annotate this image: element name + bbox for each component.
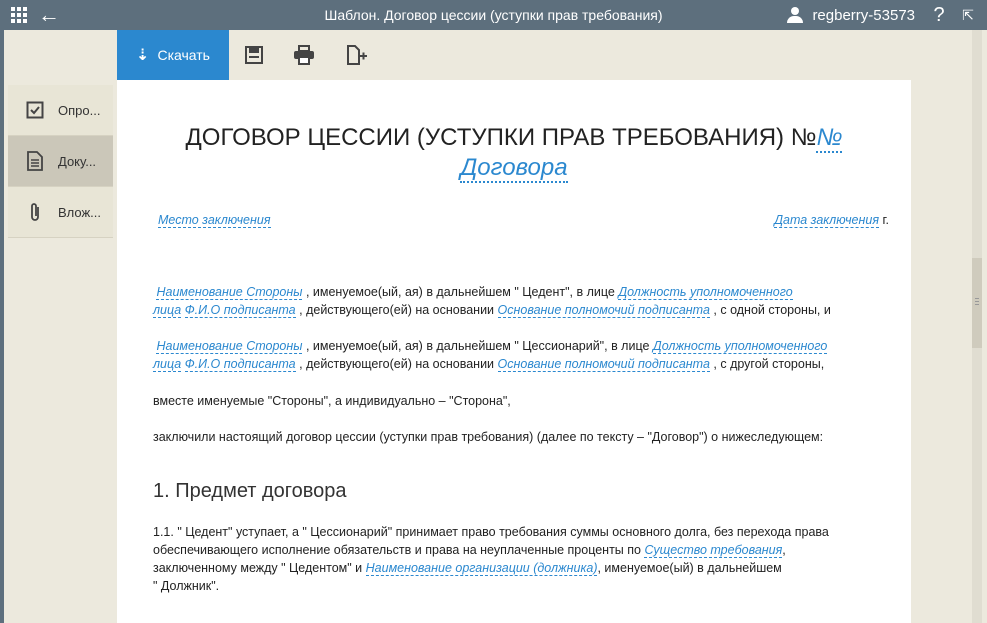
place-field[interactable]: Место заключения [158, 213, 271, 228]
username: regberry-53573 [812, 6, 915, 24]
left-edge-strip [0, 30, 4, 623]
paperclip-icon [22, 202, 48, 222]
vertical-scrollbar[interactable] [972, 30, 982, 623]
date-line: Дата заключения г. [774, 213, 889, 228]
clause-1-1-line4: " Должник". [153, 579, 220, 593]
party2-fio-field[interactable]: Ф.И.О подписанта [184, 357, 296, 372]
document-icon [22, 151, 48, 171]
checkbox-icon [22, 101, 48, 119]
clause-1-1-line1: 1.1. " Цедент" уступает, а " Цессионарий… [153, 525, 829, 539]
side-item-questionnaire[interactable]: Опро... [8, 85, 113, 136]
party2-position-field-cont[interactable]: лица [153, 357, 182, 372]
party2-basis-field[interactable]: Основание полномочий подписанта [497, 357, 710, 372]
user-account[interactable]: regberry-53573 [786, 0, 915, 30]
side-item-label: Влож... [58, 204, 102, 220]
document-title: ДОГОВОР ЦЕССИИ (УСТУПКИ ПРАВ ТРЕБОВАНИЯ)… [117, 124, 911, 153]
clause-text: заключенному между " Цедентом" и [153, 561, 363, 575]
save-icon[interactable] [242, 43, 266, 67]
concluded-text: заключили настоящий договор цессии (усту… [153, 430, 824, 444]
collapse-window-icon[interactable]: ⇱ [959, 0, 977, 30]
party1-line1: Наименование Стороны , именуемое(ый, ая)… [153, 285, 793, 300]
party1-position-field-cont[interactable]: лица [153, 303, 182, 318]
side-item-label: Доку... [58, 153, 97, 169]
document-toolbar: ⇣ Скачать [117, 30, 911, 80]
clause-text: обеспечивающего исполнение обязательств … [153, 543, 641, 557]
side-item-attachments[interactable]: Влож... [8, 187, 113, 238]
debtor-name-field[interactable]: Наименование организации (должника) [365, 561, 598, 576]
date-field[interactable]: Дата заключения [774, 213, 879, 228]
party1-text2: , действующего(ей) на основании [299, 303, 495, 317]
print-icon[interactable] [292, 43, 316, 67]
document-title-line2: Договора [117, 154, 911, 183]
party1-line2: лица Ф.И.О подписанта , действующего(ей)… [153, 303, 831, 318]
party2-position-field[interactable]: Должность уполномоченного [652, 339, 828, 354]
parties-collective-text: вместе именуемые "Стороны", а индивидуал… [153, 394, 511, 408]
title-text: ДОГОВОР ЦЕССИИ (УСТУПКИ ПРАВ ТРЕБОВАНИЯ)… [185, 124, 817, 151]
download-label: Скачать [157, 47, 210, 63]
section-heading: 1. Предмет договора [153, 480, 347, 502]
party1-position-field[interactable]: Должность уполномоченного [618, 285, 793, 300]
download-icon: ⇣ [136, 47, 150, 64]
top-bar: ← Шаблон. Договор цессии (уступки прав т… [0, 0, 987, 30]
user-icon [786, 6, 804, 24]
date-suffix: г. [882, 213, 889, 227]
claim-essence-field[interactable]: Существо требования [644, 543, 783, 558]
help-icon[interactable]: ? [929, 0, 949, 30]
party2-name-field[interactable]: Наименование Стороны [156, 339, 303, 354]
party1-name-field[interactable]: Наименование Стороны [156, 285, 303, 300]
add-file-icon[interactable] [345, 43, 369, 67]
download-button[interactable]: ⇣ Скачать [117, 30, 229, 80]
document-page: ДОГОВОР ЦЕССИИ (УСТУПКИ ПРАВ ТРЕБОВАНИЯ)… [117, 80, 911, 623]
party2-text2: , действующего(ей) на основании [299, 357, 495, 371]
contract-name-field[interactable]: Договора [460, 154, 568, 183]
party2-text1: , именуемое(ый, ая) в дальнейшем " Цесси… [305, 339, 650, 353]
party2-line2: лица Ф.И.О подписанта , действующего(ей)… [153, 357, 825, 372]
side-item-label: Опро... [58, 102, 101, 118]
scrollbar-thumb[interactable] [972, 258, 982, 348]
clause-1-1-line2: обеспечивающего исполнение обязательств … [153, 543, 786, 558]
clause-text: , именуемое(ый) в дальнейшем [597, 561, 782, 575]
party2-text3: , с другой стороны, [713, 357, 825, 371]
party1-text1: , именуемое(ый, ая) в дальнейшем " Цеден… [305, 285, 615, 299]
party2-line1: Наименование Стороны , именуемое(ый, ая)… [153, 339, 828, 354]
party1-text3: , с одной стороны, и [713, 303, 831, 317]
side-menu: Опро... Доку... Влож... [8, 85, 113, 238]
clause-1-1-line3: заключенному между " Цедентом" и Наимено… [153, 561, 782, 576]
contract-number-field[interactable]: № [816, 124, 843, 153]
clause-text: , [782, 543, 786, 557]
place-line: Место заключения [158, 213, 271, 228]
party1-basis-field[interactable]: Основание полномочий подписанта [497, 303, 710, 318]
party1-fio-field[interactable]: Ф.И.О подписанта [184, 303, 296, 318]
side-item-document[interactable]: Доку... [8, 136, 113, 187]
